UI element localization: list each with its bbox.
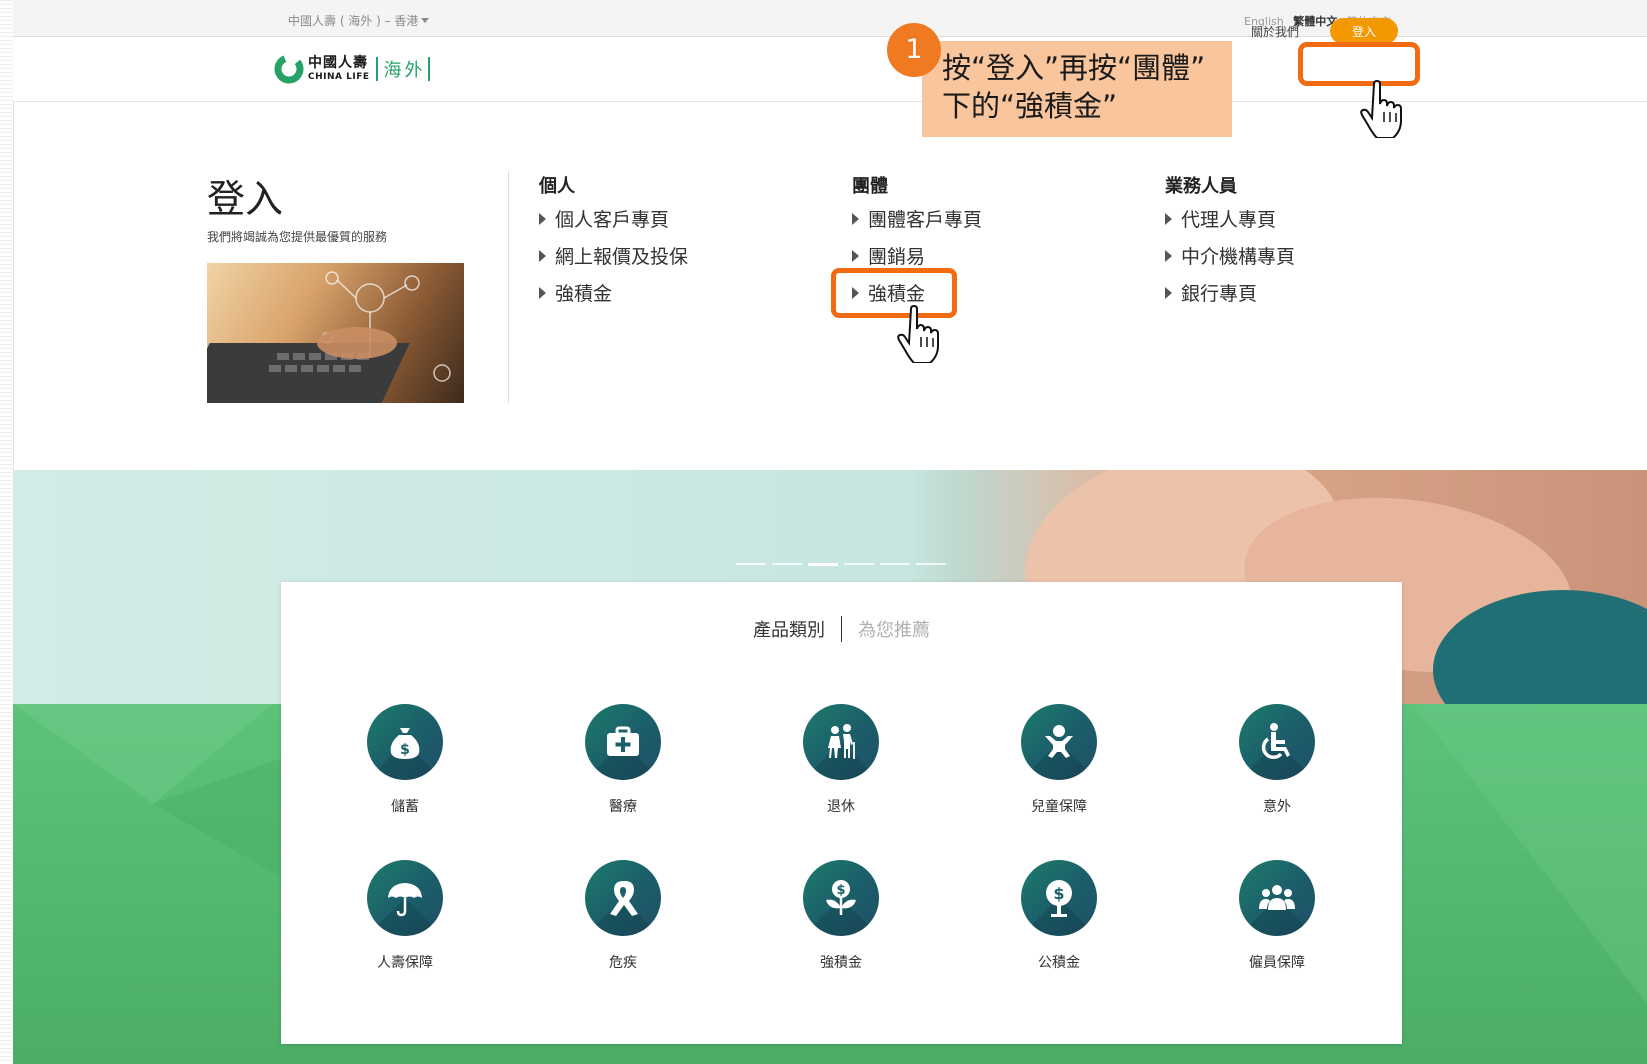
step-number-badge: 1 — [887, 23, 941, 77]
category-label: 危疾 — [609, 955, 637, 971]
menu-column-agents: 業務人員 代理人專頁 中介機構專頁 銀行專頁 — [1165, 172, 1295, 313]
category-label: 僱員保障 — [1249, 955, 1305, 971]
menu-heading-group: 團體 — [852, 176, 888, 197]
logo-overseas-text: 海外 — [383, 60, 426, 81]
region-selector[interactable]: 中國人壽 ( 海外 ) – 香港 — [288, 12, 430, 29]
elderly-couple-icon — [803, 704, 879, 780]
menu-item-label: 團體客戶專頁 — [868, 209, 983, 231]
category-provident-fund[interactable]: $ 公積金 — [989, 860, 1129, 972]
category-label: 意外 — [1263, 799, 1291, 815]
product-tabs: 產品類別 為您推薦 — [281, 616, 1402, 642]
category-label: 儲蓄 — [391, 799, 419, 815]
top-utility-bar — [13, 0, 1647, 37]
carousel-dot[interactable] — [844, 563, 874, 565]
carousel-dot-active[interactable] — [808, 563, 838, 566]
category-accident[interactable]: 意外 — [1207, 704, 1347, 816]
carousel-dot[interactable] — [880, 563, 910, 565]
instruction-text: 按“登入”再按“團體” 下的“強積金” — [942, 51, 1206, 123]
category-label: 醫療 — [609, 799, 637, 815]
svg-text:$: $ — [400, 742, 410, 758]
menu-item-label: 網上報價及投保 — [555, 246, 689, 268]
medical-kit-icon — [585, 704, 661, 780]
category-mpf[interactable]: $ 強積金 — [771, 860, 911, 972]
umbrella-icon — [367, 860, 443, 936]
menu-item-personal-mpf[interactable]: 強積金 — [539, 276, 688, 313]
carousel-dot[interactable] — [916, 563, 946, 565]
menu-item-label: 個人客戶專頁 — [555, 209, 670, 231]
menu-heading-agents: 業務人員 — [1165, 176, 1237, 197]
login-menu-title: 登入 — [207, 177, 284, 221]
menu-heading-personal: 個人 — [539, 176, 575, 197]
category-employee-benefits[interactable]: 僱員保障 — [1207, 860, 1347, 972]
menu-item-personal-portal[interactable]: 個人客戶專頁 — [539, 202, 688, 239]
category-label: 退休 — [827, 799, 855, 815]
china-life-logo[interactable]: 中國人壽 CHINA LIFE 海外 — [274, 51, 436, 87]
logo-divider-end — [427, 57, 430, 81]
caret-right-icon — [539, 250, 546, 262]
carousel-dot[interactable] — [772, 563, 802, 565]
svg-text:$: $ — [836, 883, 845, 898]
category-label: 人壽保障 — [377, 955, 433, 971]
category-medical[interactable]: 醫療 — [553, 704, 693, 816]
wheelchair-icon — [1239, 704, 1315, 780]
caret-right-icon — [1165, 287, 1172, 299]
ribbon-icon — [585, 860, 661, 936]
logo-divider — [375, 57, 378, 81]
menu-item-online-quote[interactable]: 網上報價及投保 — [539, 239, 688, 276]
category-label: 公積金 — [1038, 955, 1080, 971]
instruction-callout: 按“登入”再按“團體” 下的“強積金” — [922, 41, 1232, 137]
category-savings[interactable]: $ 儲蓄 — [335, 704, 475, 816]
carousel-indicators — [736, 563, 946, 566]
china-life-logo-icon — [274, 54, 304, 84]
menu-column-personal: 個人 個人客戶專頁 網上報價及投保 強積金 — [539, 172, 688, 313]
caret-right-icon — [1165, 250, 1172, 262]
left-edge-rail — [0, 0, 14, 1064]
caret-right-icon — [852, 213, 859, 225]
caret-right-icon — [1165, 213, 1172, 225]
menu-item-bank-portal[interactable]: 銀行專頁 — [1165, 276, 1295, 313]
category-label: 兒童保障 — [1031, 799, 1087, 815]
money-plant-icon: $ — [803, 860, 879, 936]
tab-recommended[interactable]: 為您推薦 — [842, 616, 946, 642]
caret-right-icon — [539, 287, 546, 299]
carousel-dot[interactable] — [736, 563, 766, 565]
category-label: 強積金 — [820, 955, 862, 971]
logo-english-text: CHINA LIFE — [308, 72, 370, 82]
login-button[interactable]: 登入 — [1330, 18, 1398, 44]
menu-item-group-portal[interactable]: 團體客戶專頁 — [852, 202, 982, 239]
about-us-link[interactable]: 關於我們 — [1251, 23, 1299, 40]
menu-item-label: 團銷易 — [868, 246, 926, 268]
money-tree-icon: $ — [1021, 860, 1097, 936]
laptop-security-image — [207, 263, 464, 403]
money-bag-icon: $ — [367, 704, 443, 780]
login-menu-subtitle: 我們將竭誠為您提供最優質的服務 — [207, 230, 388, 244]
menu-item-agent-portal[interactable]: 代理人專頁 — [1165, 202, 1295, 239]
region-label: 中國人壽 ( 海外 ) – 香港 — [288, 14, 419, 28]
caret-right-icon — [539, 213, 546, 225]
hand-pointer-icon — [1360, 80, 1402, 138]
product-panel: 產品類別 為您推薦 $ 儲蓄 醫療 退休 兒童保障 意外 人壽保障 危疾 $ 強… — [281, 582, 1402, 1044]
svg-text:$: $ — [1053, 884, 1064, 903]
menu-item-broker-portal[interactable]: 中介機構專頁 — [1165, 239, 1295, 276]
category-child-protection[interactable]: 兒童保障 — [989, 704, 1129, 816]
menu-item-label: 強積金 — [555, 283, 613, 305]
hand-pointer-icon — [897, 305, 939, 363]
logo-chinese-text: 中國人壽 — [308, 55, 368, 71]
baby-icon — [1021, 704, 1097, 780]
chevron-down-icon — [421, 18, 430, 23]
tab-product-categories[interactable]: 產品類別 — [737, 616, 841, 642]
category-life-protection[interactable]: 人壽保障 — [335, 860, 475, 972]
category-retirement[interactable]: 退休 — [771, 704, 911, 816]
menu-item-label: 中介機構專頁 — [1181, 246, 1296, 268]
caret-right-icon — [852, 250, 859, 262]
category-critical-illness[interactable]: 危疾 — [553, 860, 693, 972]
group-icon — [1239, 860, 1315, 936]
menu-item-label: 代理人專頁 — [1181, 209, 1277, 231]
menu-item-label: 銀行專頁 — [1181, 283, 1258, 305]
menu-divider — [508, 171, 509, 403]
